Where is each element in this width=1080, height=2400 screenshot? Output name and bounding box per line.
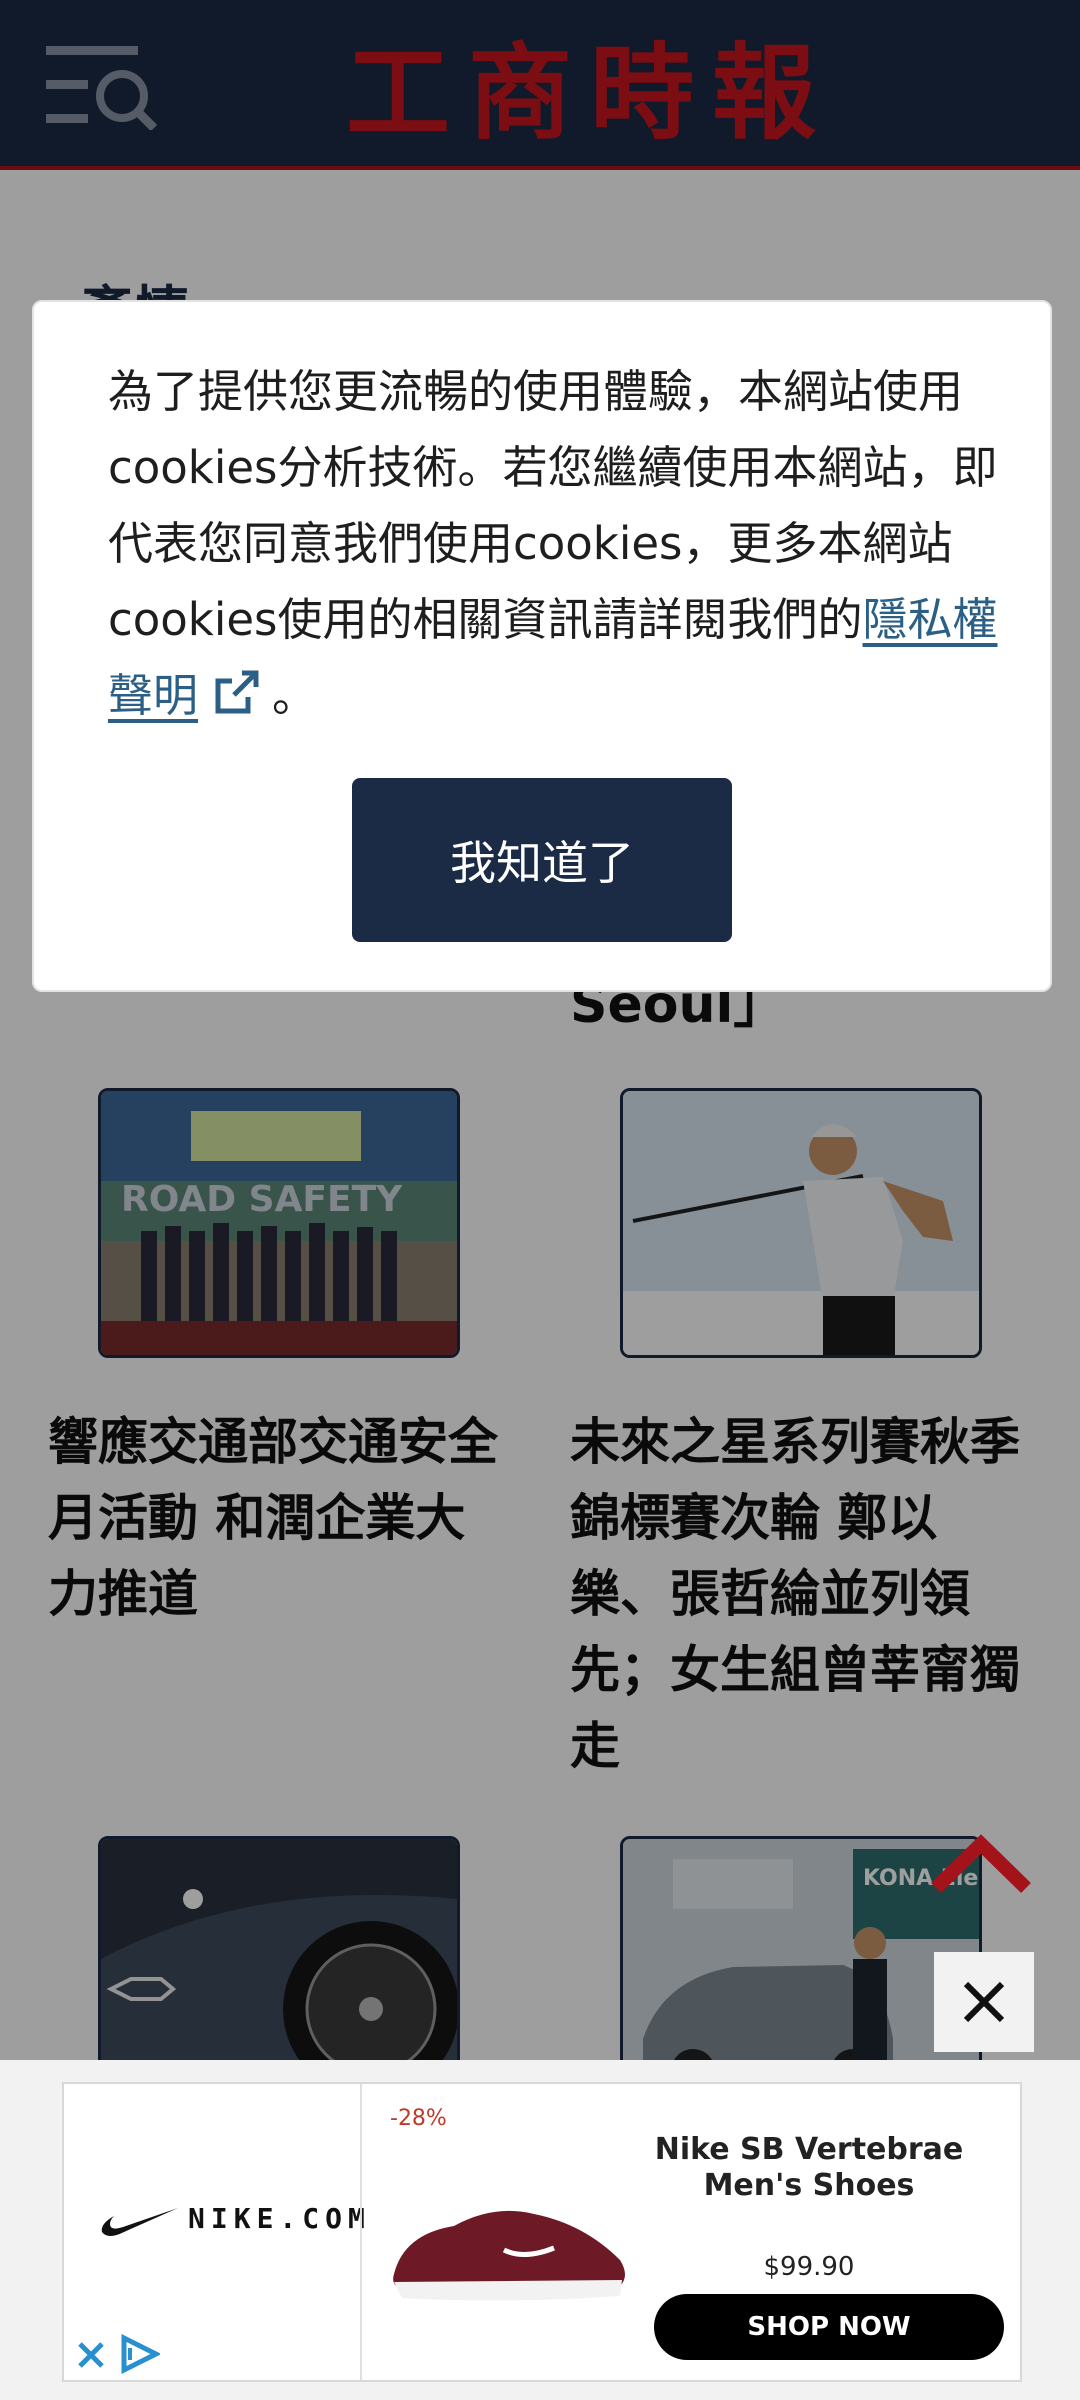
close-icon — [963, 1981, 1005, 2023]
acknowledge-button[interactable]: 我知道了 — [352, 778, 732, 942]
ad-close-button[interactable] — [934, 1952, 1034, 2052]
ad-choices-close-icon[interactable] — [72, 2334, 112, 2374]
cookie-consent-dialog: 為了提供您更流暢的使用體驗，本網站使用cookies分析技術。若您繼續使用本網站… — [32, 300, 1052, 992]
ad-discount: -28% — [390, 2106, 447, 2131]
ad-brand: NIKE.COM — [188, 2202, 371, 2235]
ad-price: $99.90 — [763, 2252, 855, 2282]
ad-divider — [360, 2084, 362, 2380]
nike-swoosh-icon — [100, 2202, 180, 2242]
ad-choices-icon[interactable] — [118, 2333, 162, 2375]
shop-now-button[interactable]: SHOP NOW — [654, 2294, 1004, 2360]
cookie-notice-end: 。 — [272, 669, 318, 722]
product-shoe-image[interactable] — [384, 2164, 634, 2314]
ad-product-name: Nike SB Vertebrae Men's Shoes — [654, 2132, 964, 2203]
ad-card[interactable]: NIKE.COM -28% Nike SB Vertebrae Men's Sh… — [62, 2082, 1022, 2382]
bottom-ad-banner[interactable]: NIKE.COM -28% Nike SB Vertebrae Men's Sh… — [0, 2060, 1080, 2400]
scroll-to-top-icon[interactable] — [928, 1830, 1034, 1900]
cookie-notice-text: 為了提供您更流暢的使用體驗，本網站使用cookies分析技術。若您繼續使用本網站… — [108, 354, 1008, 734]
external-link-icon — [212, 664, 260, 714]
